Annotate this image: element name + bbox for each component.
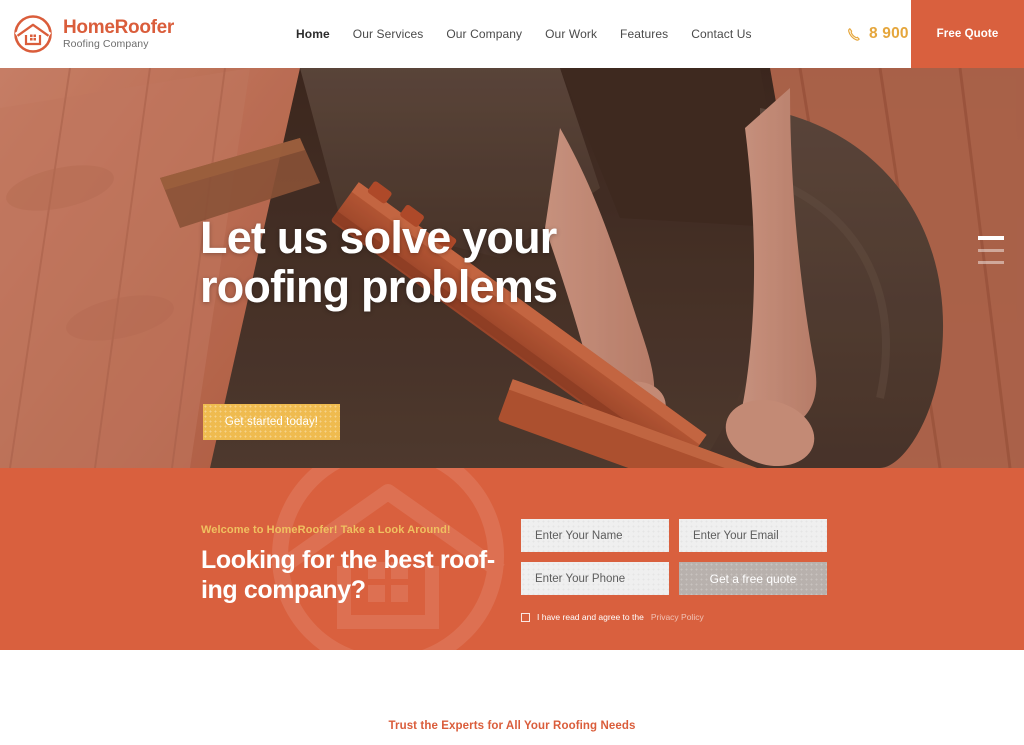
cta-eyebrow: Welcome to HomeRoofer! Take a Look Aroun… xyxy=(201,524,451,536)
nav-item-our-work[interactable]: Our Work xyxy=(545,27,597,41)
phone-input[interactable]: Enter Your Phone xyxy=(521,562,669,595)
nav-item-home[interactable]: Home xyxy=(296,27,330,41)
slider-indicator-1[interactable] xyxy=(978,236,1004,240)
consent-label: I have read and agree to the xyxy=(537,612,644,622)
get-started-button[interactable]: Get started today! xyxy=(203,404,340,440)
get-free-quote-button[interactable]: Get a free quote xyxy=(679,562,827,595)
free-quote-button[interactable]: Free Quote xyxy=(911,0,1024,68)
main-navigation: Home Our Services Our Company Our Work F… xyxy=(296,27,752,41)
site-header: HomeRoofer Roofing Company Home Our Serv… xyxy=(0,0,1024,68)
hero-slider-indicators[interactable] xyxy=(978,236,1004,264)
slider-indicator-3[interactable] xyxy=(978,261,1004,264)
consent-row: I have read and agree to the Privacy Pol… xyxy=(521,612,704,622)
brand-tagline: Roofing Company xyxy=(63,38,149,51)
slider-indicator-2[interactable] xyxy=(978,249,1004,252)
phone-handset-icon xyxy=(847,27,862,42)
brand-name: HomeRoofer xyxy=(63,16,175,38)
bottom-tagline: Trust the Experts for All Your Roofing N… xyxy=(388,720,636,732)
privacy-policy-link[interactable]: Privacy Policy xyxy=(651,612,704,622)
cta-title: Looking for the best roof- ing company? xyxy=(201,546,495,604)
cta-text-block: Welcome to HomeRoofer! Take a Look Aroun… xyxy=(201,524,501,605)
nav-item-features[interactable]: Features xyxy=(620,27,668,41)
email-input[interactable]: Enter Your Email xyxy=(679,519,827,552)
landing-page: HomeRoofer Roofing Company Home Our Serv… xyxy=(0,0,1024,745)
cta-section: Welcome to HomeRoofer! Take a Look Aroun… xyxy=(0,468,1024,650)
hero-content: Let us solve your roofing problems Get s… xyxy=(0,68,1024,468)
house-in-circle-icon xyxy=(12,13,54,55)
privacy-checkbox[interactable] xyxy=(521,612,530,622)
nav-item-our-services[interactable]: Our Services xyxy=(353,27,424,41)
bottom-section: Trust the Experts for All Your Roofing N… xyxy=(0,650,1024,745)
quote-form: Enter Your Name Enter Your Email Enter Y… xyxy=(521,519,827,595)
hero-section: Let us solve your roofing problems Get s… xyxy=(0,68,1024,468)
nav-item-our-company[interactable]: Our Company xyxy=(446,27,522,41)
name-input[interactable]: Enter Your Name xyxy=(521,519,669,552)
brand-logo[interactable]: HomeRoofer Roofing Company xyxy=(12,13,174,55)
hero-title: Let us solve your roofing problems xyxy=(200,212,558,312)
nav-item-contact-us[interactable]: Contact Us xyxy=(691,27,751,41)
